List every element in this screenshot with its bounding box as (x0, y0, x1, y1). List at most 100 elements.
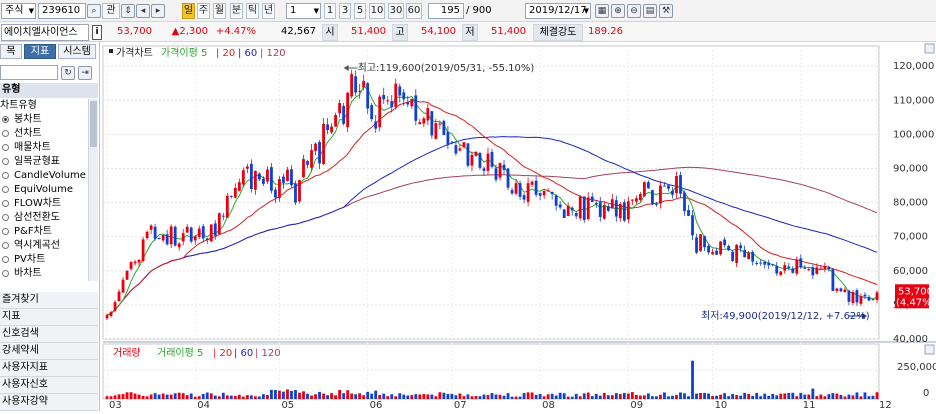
interval-60-button[interactable]: 60 (406, 3, 422, 19)
interval-1-button[interactable]: 1 (324, 3, 336, 19)
chart-type-label: CandleVolume (14, 170, 86, 181)
candle-body (326, 124, 329, 130)
chart-type-option[interactable]: 봉차트 (2, 113, 42, 126)
tools-icon[interactable]: ⚒ (659, 4, 673, 18)
period-year-button[interactable]: 년 (262, 3, 275, 19)
search-icon[interactable]: ⌕ (87, 4, 101, 18)
candle-body (538, 193, 542, 196)
count-stepper[interactable]: 195 (428, 3, 464, 19)
volume-bar (699, 392, 702, 399)
volume-bar (651, 396, 654, 399)
volume-legend-ma120: | 120 (255, 348, 281, 359)
sidebar-menu-item[interactable]: 즐겨찾기 (0, 292, 98, 309)
candle-body (739, 245, 743, 249)
period-tick-button[interactable]: 틱 (246, 3, 259, 19)
chart-type-option[interactable]: PV차트 (2, 253, 45, 266)
tab-system[interactable]: 시스템 (58, 44, 96, 59)
calendar-icon[interactable]: ▦ (595, 4, 609, 18)
interval-30-button[interactable]: 30 (388, 3, 404, 19)
period-minute-button[interactable]: 분 (230, 3, 243, 19)
candle-body (414, 95, 418, 121)
gwan-button[interactable]: 관 (102, 3, 120, 19)
candle-body (530, 181, 534, 185)
candle-body (779, 271, 783, 275)
chart-type-option[interactable]: 역시계곡선 (2, 239, 60, 252)
period-day-button[interactable]: 일 (182, 3, 195, 19)
candle-body (827, 267, 831, 270)
sidebar-menu-item[interactable]: 신호검색 (0, 326, 98, 343)
market-select[interactable]: 주식 ▼ (1, 3, 36, 19)
stepper-icon[interactable]: ⇕ (121, 4, 135, 18)
volume-bar (679, 392, 682, 399)
tab-indicator[interactable]: 지표 (24, 44, 56, 59)
volume-bar (771, 393, 775, 399)
volume-bar (266, 394, 269, 399)
chart-type-option[interactable]: 매물차트 (2, 141, 51, 154)
grid-icon[interactable]: ▤ (643, 4, 657, 18)
stock-name[interactable]: 에이치엘사이언스 (1, 24, 89, 41)
candle-body (205, 238, 209, 241)
chart-type-option[interactable]: 삼선전환도 (2, 211, 60, 224)
sidebar-menu-item[interactable]: 지표 (0, 309, 98, 326)
refresh-icon[interactable]: ↻ (61, 66, 75, 80)
sidebar-menu-item[interactable]: 강세약세 (0, 343, 98, 360)
candle-body (675, 176, 678, 194)
interval-3-button[interactable]: 3 (339, 3, 351, 19)
candle-body (350, 74, 354, 97)
chart-type-label: 일목균형표 (14, 156, 60, 167)
candle-body (743, 249, 747, 258)
candle-body (229, 195, 233, 197)
info-icon[interactable]: i (92, 25, 102, 40)
chart-type-label: FLOW차트 (14, 198, 62, 209)
sidebar-menu-item[interactable]: 사용자강약 (0, 394, 98, 411)
chart-type-option[interactable]: 일목균형표 (2, 155, 60, 168)
candle-body (566, 206, 570, 217)
radio-icon (2, 115, 9, 123)
volume-bar (378, 394, 382, 399)
volume-bar (823, 396, 827, 399)
volume-bar (129, 392, 133, 399)
chart-type-option[interactable]: 바차트 (2, 267, 42, 280)
candle-body (618, 203, 622, 219)
chart-type-option[interactable]: P&F차트 (2, 225, 52, 238)
chart-type-option[interactable]: 선차트 (2, 127, 42, 140)
volume-bar (113, 395, 117, 399)
date-picker[interactable]: 2019/12/17 ▼ (525, 3, 591, 19)
interval-select[interactable]: 1 ▼ (286, 3, 321, 19)
next-item-icon[interactable]: ▸ (151, 4, 165, 18)
candle-body (474, 151, 478, 156)
chart-type-label: 선차트 (14, 128, 42, 139)
panel-collapse-icon (924, 43, 935, 54)
candle-body (262, 178, 265, 184)
sidebar-menu-item[interactable]: 사용자신호 (0, 377, 98, 394)
sidebar-search-input[interactable] (0, 65, 58, 80)
period-week-button[interactable]: 주 (197, 3, 210, 19)
sidebar-menu-item[interactable]: 사용자지표 (0, 360, 98, 377)
interval-10-button[interactable]: 10 (369, 3, 385, 19)
volume-bar (538, 394, 542, 399)
nav-arrow-icon[interactable]: ⇥ (78, 66, 92, 80)
candle-body (647, 182, 650, 189)
chart-type-option[interactable]: EquiVolume (2, 183, 73, 196)
period-month-button[interactable]: 월 (213, 3, 226, 19)
price-chart-svg[interactable]: 120,000 110,000 100,000 90,000 80,000 70,000 6… (101, 42, 936, 411)
volume-bar (763, 393, 767, 399)
volume-bar (667, 396, 670, 399)
code-input[interactable]: 239610 (38, 3, 86, 19)
candle-body (454, 145, 458, 154)
candle-body (257, 173, 261, 180)
chart-type-option[interactable]: FLOW차트 (2, 197, 61, 210)
chart-type-option[interactable]: CandleVolume (2, 169, 86, 182)
candle-body (193, 236, 197, 241)
list-scrollbar[interactable] (88, 99, 98, 281)
volume-bar (430, 394, 434, 399)
interval-5-button[interactable]: 5 (354, 3, 366, 19)
zoom-out-icon[interactable]: ⊖ (627, 4, 641, 18)
candle-body (462, 142, 466, 148)
tab-mok[interactable]: 목 (0, 44, 22, 59)
radio-icon (2, 157, 9, 165)
prev-item-icon[interactable]: ◂ (136, 4, 150, 18)
scrollbar-thumb[interactable] (90, 101, 97, 147)
zoom-in-icon[interactable]: ⊕ (611, 4, 625, 18)
candle-body (197, 228, 201, 238)
